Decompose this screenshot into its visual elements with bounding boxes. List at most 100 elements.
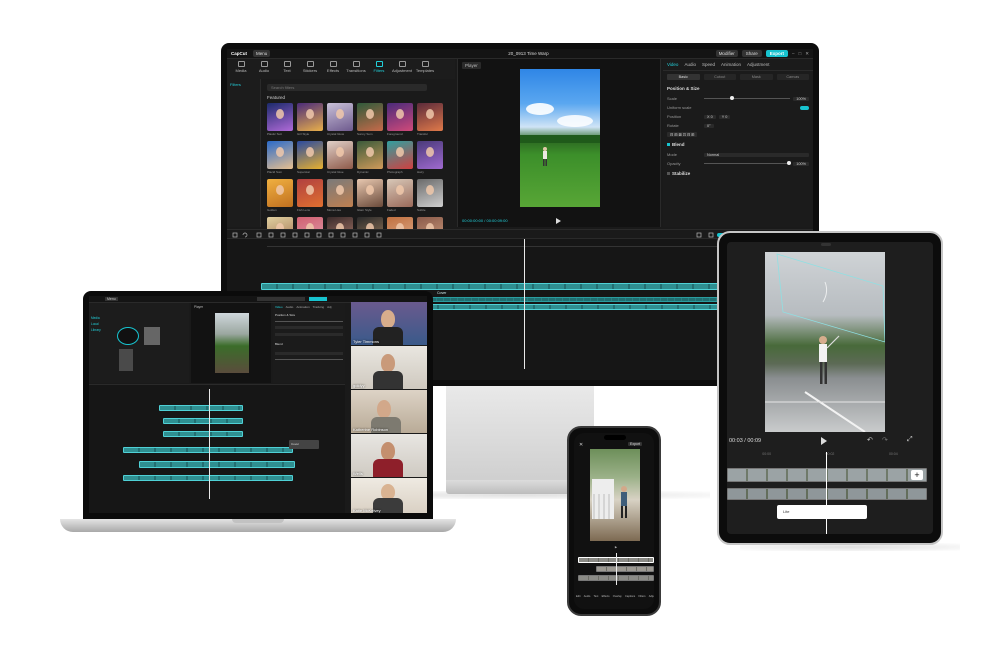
laptop-clip-4[interactable]	[123, 447, 293, 453]
opacity-knob[interactable]	[786, 161, 791, 165]
scale-value[interactable]: 100%	[793, 96, 809, 101]
laptop-prop-tab[interactable]: Video	[275, 305, 283, 309]
filter-item[interactable]: Fish Lens	[297, 179, 323, 212]
tool-media[interactable]: Media	[231, 61, 251, 77]
scale-slider[interactable]	[704, 96, 791, 100]
prop-subtab-basic[interactable]: Basic	[667, 74, 700, 80]
tool-audio[interactable]: Audio	[254, 61, 274, 77]
laptop-media-thumb-1[interactable]	[117, 327, 139, 345]
filter-item[interactable]: Sunny Sum	[357, 103, 383, 136]
phone-close-icon[interactable]: ✕	[579, 442, 583, 448]
rotate-field[interactable]: 0°	[704, 123, 714, 128]
tablet-undo-icon[interactable]: ↶	[867, 436, 873, 444]
phone-export-button[interactable]: Export	[628, 442, 643, 446]
close-icon[interactable]: ✕	[805, 51, 809, 57]
tool-filters[interactable]: Filters	[369, 61, 389, 77]
prop-subtab-canvas[interactable]: Canvas	[776, 74, 809, 80]
phone-tool-audio[interactable]: Audio	[584, 595, 591, 598]
filter-item[interactable]: Girl Style	[297, 103, 323, 136]
laptop-export-button[interactable]	[309, 297, 327, 301]
timeline-playhead[interactable]	[524, 239, 525, 369]
filter-item[interactable]: Subtle	[417, 179, 443, 212]
prop-subtab-cutout[interactable]: Cutout	[703, 74, 736, 80]
tablet-play-icon[interactable]	[821, 437, 827, 445]
laptop-opacity-slider[interactable]	[275, 359, 343, 360]
uniform-scale-toggle[interactable]	[800, 105, 809, 110]
filter-item[interactable]: Placid Sum	[267, 141, 293, 174]
laptop-clip-2[interactable]	[163, 418, 243, 424]
phone-tool-filters[interactable]: Filters	[638, 595, 645, 598]
opacity-slider[interactable]	[704, 161, 791, 165]
tool-transitions[interactable]: Transitions	[346, 61, 366, 77]
phone-tool-adjust[interactable]: Adjust	[649, 595, 654, 598]
tablet-add-icon[interactable]: +	[911, 470, 923, 480]
export-button[interactable]: Export	[765, 50, 788, 57]
phone-tool-edit[interactable]: Edit	[576, 595, 580, 598]
minimize-icon[interactable]: –	[792, 51, 795, 56]
laptop-scale-slider[interactable]	[275, 321, 343, 322]
tablet-playhead[interactable]	[826, 452, 827, 534]
position-x-field[interactable]: X 0	[704, 114, 716, 119]
share-button[interactable]: Share	[741, 50, 762, 57]
filter-item[interactable]: Plastic Suit	[267, 103, 293, 136]
laptop-media-thumb-2[interactable]	[144, 327, 160, 345]
laptop-menu-button[interactable]: Menu	[105, 297, 118, 301]
participant-tile-4[interactable]: Wells	[351, 434, 427, 477]
tablet-redo-icon[interactable]: ↷	[882, 436, 888, 444]
laptop-prop-tab[interactable]: Animation	[296, 305, 309, 309]
filter-item[interactable]: Crystal Glue	[327, 141, 353, 174]
tool-effects[interactable]: Effects	[323, 61, 343, 77]
phone-tool-captions[interactable]: Captions	[625, 595, 635, 598]
filter-item[interactable]: Glam Style	[357, 179, 383, 212]
laptop-share-button[interactable]	[257, 297, 305, 301]
laptop-timeline[interactable]: Cover	[89, 384, 345, 513]
prop-tab-audio[interactable]: Audio	[684, 62, 696, 67]
tool-adjustment[interactable]: Adjustment	[392, 61, 412, 77]
laptop-clip-3[interactable]	[163, 431, 243, 437]
stabilize-checkbox[interactable]	[667, 172, 670, 175]
laptop-sidebar-item[interactable]: Library	[91, 327, 111, 333]
sidebar-item-filters[interactable]: Filters	[230, 82, 257, 87]
tablet-ruler[interactable]: 00:00 00:02 00:04	[735, 452, 925, 456]
maximize-icon[interactable]: □	[799, 51, 802, 56]
filter-item[interactable]: Mona Lisa	[327, 179, 353, 212]
scale-knob[interactable]	[729, 96, 734, 100]
tool-text[interactable]: Text	[277, 61, 297, 77]
filter-item[interactable]: Foreground	[387, 103, 413, 136]
laptop-clip-5[interactable]	[139, 461, 295, 468]
filter-item[interactable]: Dynamic	[357, 141, 383, 174]
tablet-text-clip[interactable]: Lite	[777, 505, 867, 519]
participant-tile-3[interactable]: Katherine Robinson	[351, 390, 427, 433]
mode-select[interactable]: Normal	[704, 152, 809, 157]
filter-item[interactable]: Superstar	[297, 141, 323, 174]
laptop-callout[interactable]: Cover	[289, 440, 319, 449]
search-input[interactable]: Search filters	[267, 84, 427, 91]
phone-playback-bar[interactable]: ▶	[574, 545, 654, 549]
laptop-prop-tab[interactable]: Adj	[327, 305, 331, 309]
prop-tab-adjustment[interactable]: Adjustment	[747, 62, 770, 67]
phone-tool-effects[interactable]: Effects	[602, 595, 610, 598]
prop-tab-animation[interactable]: Animation	[721, 62, 741, 67]
participant-tile-5[interactable]: Katie McKelvey	[351, 478, 427, 513]
prop-subtab-mask[interactable]: Mask	[740, 74, 773, 80]
laptop-prop-tab[interactable]: Tracking	[313, 305, 324, 309]
project-title[interactable]: 20_0913 Time Warp	[508, 51, 548, 56]
filter-item[interactable]: Crystal Glow	[327, 103, 353, 136]
tablet-fullscreen-icon[interactable]: ⤢	[907, 436, 913, 444]
filter-item[interactable]: Transfer	[417, 103, 443, 136]
tool-templates[interactable]: Templates	[415, 61, 435, 77]
participant-tile-2[interactable]: goldyy	[351, 346, 427, 389]
tablet-clip-1[interactable]	[727, 468, 927, 482]
phone-clip-2[interactable]	[596, 566, 654, 572]
align-icons[interactable]: ⊟ ⊞ ⊠ ⊡ ⊟ ⊞	[667, 132, 698, 137]
laptop-clip-6[interactable]	[123, 475, 293, 481]
opacity-value[interactable]: 100%	[793, 161, 809, 166]
phone-playhead[interactable]	[616, 553, 617, 585]
blend-checkbox[interactable]	[667, 143, 670, 146]
laptop-media-thumb-3[interactable]	[119, 349, 133, 371]
laptop-playhead[interactable]	[209, 389, 210, 499]
laptop-prop-tab[interactable]: Audio	[286, 305, 294, 309]
phone-tool-text[interactable]: Text	[594, 595, 599, 598]
laptop-clip-1[interactable]	[159, 405, 243, 411]
laptop-position-fields[interactable]	[275, 326, 343, 329]
